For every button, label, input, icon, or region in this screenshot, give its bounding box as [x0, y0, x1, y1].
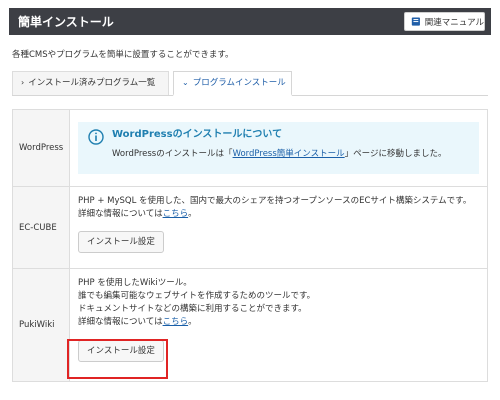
info-box: WordPressのインストールについて WordPressのインストールは「W… [78, 122, 479, 174]
program-row-wordpress: WordPress WordPressのインストールについて WordPress… [13, 110, 487, 186]
detail-suffix: 。 [188, 317, 197, 327]
program-detail-line: 詳細な情報についてはこちら。 [78, 316, 479, 329]
program-description: ドキュメントサイトなどの構築に利用することができます。 [78, 304, 307, 314]
program-body: WordPressのインストールについて WordPressのインストールは「W… [70, 110, 487, 186]
page-title: 簡単インストール [18, 15, 114, 29]
highlight-box [67, 339, 168, 379]
program-description: PHP + MySQL を使用した、国内で最大のシェアを持つオープンソースのEC… [78, 196, 472, 206]
detail-prefix: 詳細な情報については [78, 209, 163, 219]
info-text: WordPressのインストールは「WordPress簡単インストール」ページに… [112, 148, 446, 160]
program-name: PukiWiki [13, 269, 70, 381]
info-title: WordPressのインストールについて [112, 129, 283, 140]
tab-installed-programs-label: インストール済みプログラム一覧 [28, 78, 156, 88]
program-name: EC-CUBE [13, 187, 70, 268]
detail-suffix: 。 [188, 209, 197, 219]
pukiwiki-details-link[interactable]: こちら [163, 317, 189, 327]
chevron-down-icon: ⌄ [182, 78, 189, 87]
page-header: 簡単インストール 関連マニュアル [9, 8, 491, 35]
program-description: 誰でも編集可能なウェブサイトを作成するためのツールです。 [78, 291, 316, 301]
program-description: PHP を使用したWikiツール。 [78, 278, 192, 288]
program-body: PHP + MySQL を使用した、国内で最大のシェアを持つオープンソースのEC… [70, 187, 487, 268]
detail-prefix: 詳細な情報については [78, 317, 163, 327]
page-description: 各種CMSやプログラムを簡単に設置することができます。 [12, 50, 234, 60]
info-text-after: 」ページに移動しました。 [344, 149, 447, 159]
wordpress-easy-install-link[interactable]: WordPress簡単インストール [233, 149, 345, 159]
info-text-before: WordPressのインストールは「 [112, 149, 233, 159]
chevron-right-icon: › [21, 78, 25, 87]
program-name: WordPress [13, 110, 70, 186]
tab-program-install-label: プログラムインストール [192, 78, 286, 88]
program-row-eccube: EC-CUBE PHP + MySQL を使用した、国内で最大のシェアを持つオー… [13, 186, 487, 268]
program-detail-line: 詳細な情報についてはこちら。 [78, 208, 479, 221]
eccube-details-link[interactable]: こちら [163, 209, 189, 219]
related-manual-button[interactable]: 関連マニュアル [404, 12, 485, 31]
tab-installed-programs[interactable]: › インストール済みプログラム一覧 [12, 71, 169, 95]
tab-program-install[interactable]: ⌄ プログラムインストール [173, 71, 292, 96]
book-icon [411, 17, 420, 26]
info-icon [88, 129, 104, 145]
related-manual-label: 関連マニュアル [424, 17, 484, 28]
eccube-install-settings-button[interactable]: インストール設定 [78, 231, 164, 253]
